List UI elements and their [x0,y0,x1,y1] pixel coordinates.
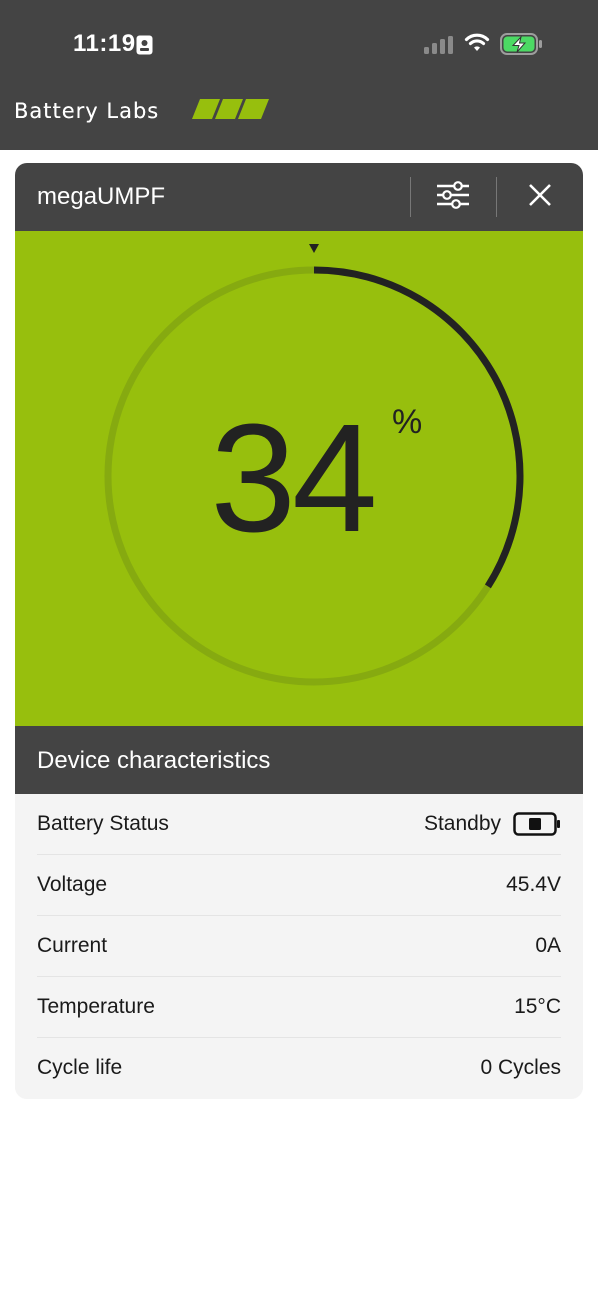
row-value: Standby [423,812,501,835]
sliders-icon [436,180,470,214]
close-button[interactable] [510,177,570,217]
brand-name: Battery Labs [14,99,160,123]
temperature-row: Temperature 15°C [37,977,561,1038]
device-name: megaUMPF [37,183,166,210]
settings-button[interactable] [423,177,483,217]
row-label: Temperature [37,995,155,1018]
brand-stripes-icon [192,99,272,126]
header-divider [410,177,411,217]
cycle-life-row: Cycle life 0 Cycles [37,1038,561,1098]
header-divider [496,177,497,217]
row-label: Current [37,934,108,957]
gauge-start-marker [309,244,319,253]
id-card-icon [136,35,153,60]
voltage-row: Voltage 45.4V [37,855,561,916]
row-value: 0 Cycles [480,1056,561,1079]
charge-percentage: 34 [210,392,377,564]
battery-status-row: Battery Status Standby [37,794,561,855]
row-label: Battery Status [37,812,169,835]
device-card: megaUMPF 34 % Device characteristics Bat… [15,163,583,1099]
app-header: 11:19 Battery Labs [0,0,598,150]
cellular-signal-icon [424,36,454,59]
characteristics-list: Battery Status Standby Voltage 45.4V Cur… [15,794,583,1099]
row-value: 15°C [514,995,561,1018]
close-icon [528,183,552,212]
percent-unit: % [392,403,423,441]
charge-gauge: 34 % [15,231,583,726]
row-value: 45.4V [506,873,561,896]
row-label: Voltage [37,873,108,896]
row-label: Cycle life [37,1056,123,1079]
row-value: 0A [535,934,561,957]
status-time: 11:19 [73,30,136,57]
current-row: Current 0A [37,916,561,977]
wifi-icon [464,33,490,58]
battery-standby-icon [513,812,561,841]
card-header: megaUMPF [15,163,583,231]
charging-battery-icon [500,33,544,60]
characteristics-title: Device characteristics [37,747,271,774]
characteristics-header: Device characteristics [15,726,583,794]
